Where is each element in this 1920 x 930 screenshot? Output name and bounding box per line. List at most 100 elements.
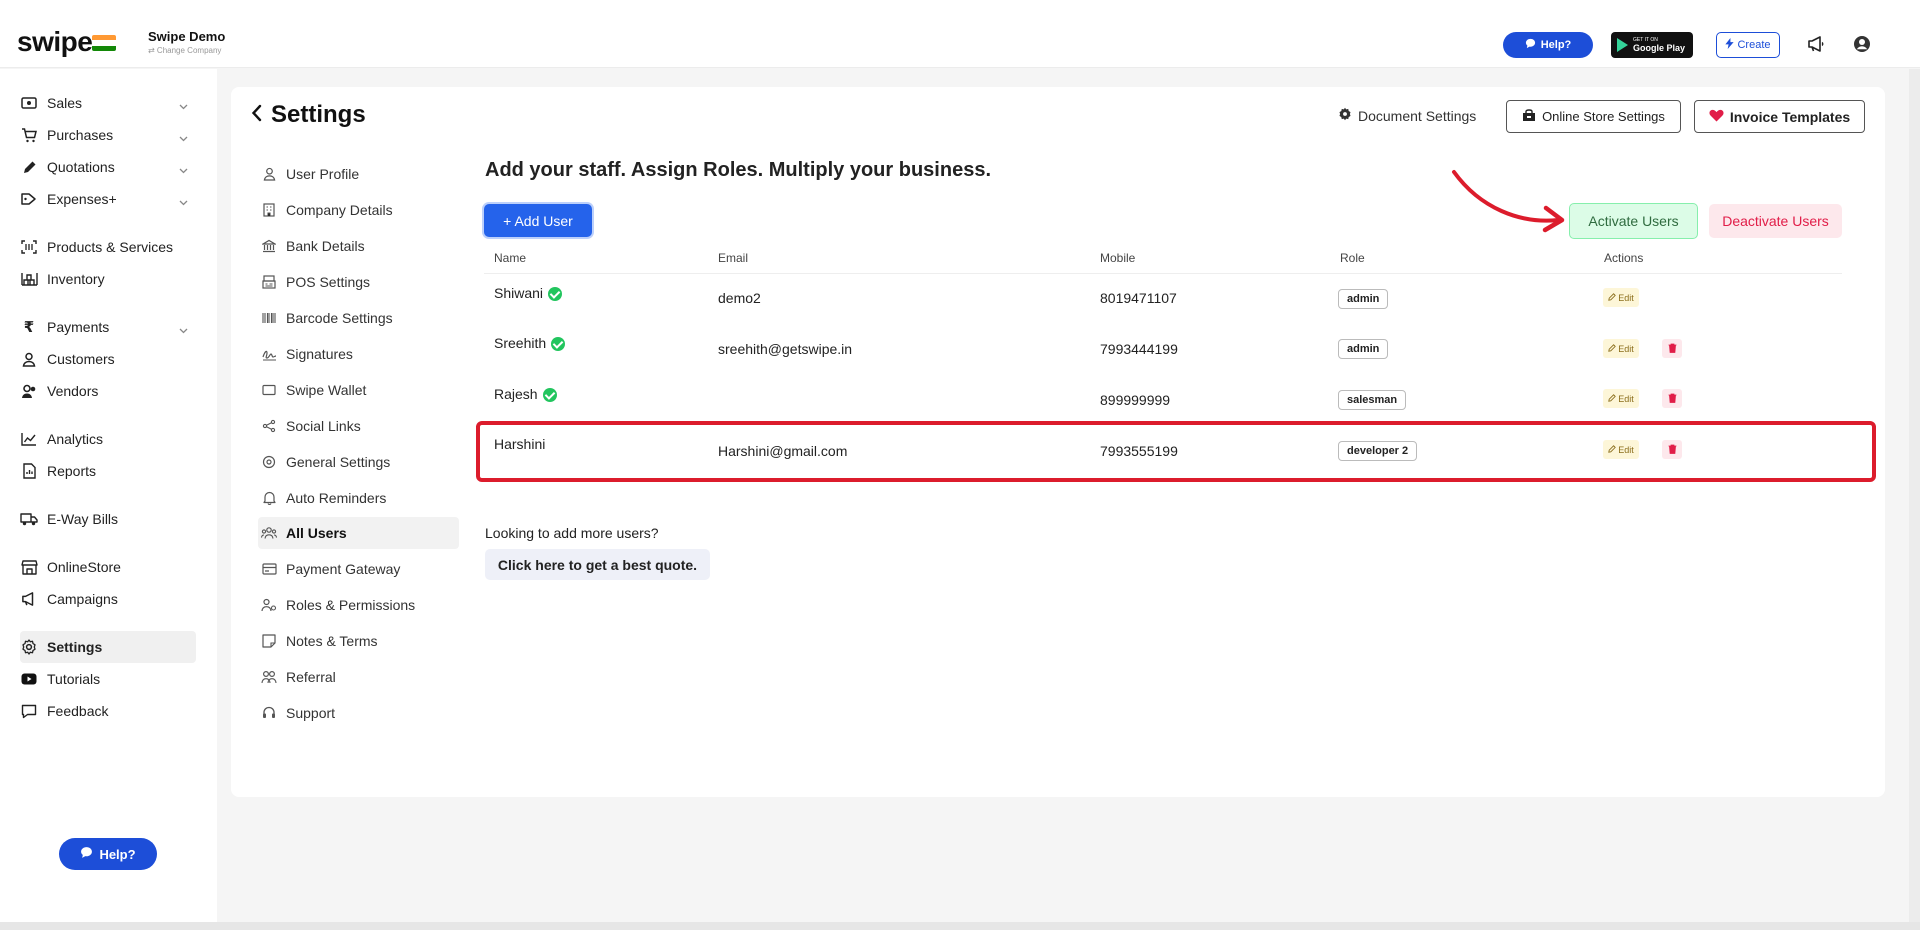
back-chevron-icon[interactable]	[251, 101, 263, 129]
edit-icon	[1608, 343, 1617, 354]
report-icon	[20, 462, 38, 480]
column-header-role[interactable]: Role	[1340, 251, 1365, 265]
settings-nav-label: Signatures	[286, 346, 353, 362]
sidebar-item-eway-bills[interactable]: E-Way Bills	[20, 503, 196, 535]
signature-icon	[261, 346, 277, 362]
edit-label: Edit	[1618, 393, 1634, 404]
column-header-name[interactable]: Name	[494, 251, 526, 265]
activate-users-button[interactable]: Activate Users	[1569, 203, 1698, 239]
sidebar-item-quotations[interactable]: Quotations	[20, 151, 196, 183]
warehouse-icon	[20, 270, 38, 288]
settings-nav-label: Support	[286, 705, 336, 721]
settings-nav-referral[interactable]: Referral	[261, 666, 336, 688]
sidebar-item-products-services[interactable]: Products & Services	[20, 231, 196, 263]
settings-nav-barcode-settings[interactable]: Barcode Settings	[261, 307, 393, 329]
megaphone-icon[interactable]	[1804, 32, 1828, 56]
edit-button[interactable]: Edit	[1603, 389, 1639, 408]
edit-label: Edit	[1618, 292, 1634, 303]
google-play-badge[interactable]: GET IT ON Google Play	[1611, 32, 1693, 58]
sidebar-item-onlinestore[interactable]: OnlineStore	[20, 551, 196, 583]
gear-icon	[20, 638, 38, 656]
settings-nav-company-details[interactable]: Company Details	[261, 199, 393, 221]
edit-button[interactable]: Edit	[1603, 339, 1639, 358]
pen-icon	[20, 158, 38, 176]
pos-machine-icon	[261, 274, 277, 290]
sidebar-item-label: Customers	[47, 351, 115, 367]
megaphone-icon	[20, 590, 38, 608]
chevron-down-icon	[179, 161, 188, 177]
edit-button[interactable]: Edit	[1603, 288, 1639, 307]
top-help-button[interactable]: Help?	[1503, 32, 1593, 58]
column-header-mobile[interactable]: Mobile	[1100, 251, 1135, 265]
online-store-settings-label: Online Store Settings	[1542, 109, 1665, 124]
settings-nav-social-links[interactable]: Social Links	[261, 415, 361, 437]
settings-nav-signatures[interactable]: Signatures	[261, 343, 353, 365]
sidebar-item-campaigns[interactable]: Campaigns	[20, 583, 196, 615]
add-user-button[interactable]: + Add User	[484, 204, 592, 237]
settings-nav-swipe-wallet[interactable]: Swipe Wallet	[261, 379, 366, 401]
settings-nav-all-users[interactable]: All Users	[261, 522, 347, 544]
get-quote-button[interactable]: Click here to get a best quote.	[485, 549, 710, 580]
sidebar-item-payments[interactable]: ₹ Payments	[20, 311, 196, 343]
page-title: Settings	[251, 101, 366, 129]
sidebar-item-label: Quotations	[47, 159, 115, 175]
chevron-down-icon	[179, 193, 188, 209]
note-icon	[261, 633, 277, 649]
settings-nav-user-profile[interactable]: User Profile	[261, 163, 359, 185]
users-headline: Add your staff. Assign Roles. Multiply y…	[485, 159, 991, 181]
sidebar-item-inventory[interactable]: Inventory	[20, 263, 196, 295]
bottom-scrollbar-track[interactable]	[0, 922, 1920, 930]
sidebar-item-tutorials[interactable]: Tutorials	[20, 663, 196, 695]
annotation-arrow-icon	[1452, 170, 1565, 233]
sidebar-item-label: Payments	[47, 319, 110, 335]
settings-nav-bank-details[interactable]: Bank Details	[261, 235, 365, 257]
settings-nav-auto-reminders[interactable]: Auto Reminders	[261, 487, 386, 509]
sidebar-item-sales[interactable]: Sales	[20, 87, 196, 119]
user-avatar-icon[interactable]	[1850, 32, 1874, 56]
sidebar-item-settings[interactable]: Settings	[20, 631, 196, 663]
company-switcher[interactable]: Swipe Demo ⇄ Change Company	[148, 29, 225, 55]
delete-button[interactable]	[1662, 339, 1682, 358]
sidebar-help-label: Help?	[99, 846, 136, 862]
sidebar-item-purchases[interactable]: Purchases	[20, 119, 196, 151]
bank-icon	[261, 238, 277, 254]
edit-label: Edit	[1618, 343, 1634, 354]
deactivate-users-button[interactable]: Deactivate Users	[1709, 204, 1842, 238]
settings-nav-roles-permissions[interactable]: Roles & Permissions	[261, 594, 415, 616]
settings-nav-payment-gateway[interactable]: Payment Gateway	[261, 558, 400, 580]
settings-nav-notes-terms[interactable]: Notes & Terms	[261, 630, 378, 652]
sidebar-item-label: OnlineStore	[47, 559, 121, 575]
scrollbar-track[interactable]	[1909, 69, 1920, 930]
cart-icon	[20, 126, 38, 144]
gear-icon	[1338, 107, 1352, 124]
create-label: Create	[1737, 39, 1771, 51]
delete-button[interactable]	[1662, 389, 1682, 408]
invoice-templates-button[interactable]: Invoice Templates	[1694, 100, 1865, 133]
online-store-settings-button[interactable]: Online Store Settings	[1506, 100, 1681, 133]
change-company-link[interactable]: ⇄ Change Company	[148, 46, 225, 55]
sidebar-item-reports[interactable]: Reports	[20, 455, 196, 487]
active-check-icon	[542, 388, 557, 403]
sidebar-help-button[interactable]: Help?	[59, 838, 157, 870]
document-settings-label: Document Settings	[1358, 107, 1477, 124]
youtube-icon	[20, 670, 38, 688]
swipe-logo[interactable]: swipe	[17, 27, 93, 57]
sidebar-item-vendors[interactable]: Vendors	[20, 375, 196, 407]
wallet-icon	[261, 382, 277, 398]
column-header-email[interactable]: Email	[718, 251, 748, 265]
sidebar-item-analytics[interactable]: Analytics	[20, 423, 196, 455]
user-mobile-cell: 899999999	[1100, 392, 1171, 408]
sidebar-item-customers[interactable]: Customers	[20, 343, 196, 375]
sidebar-item-feedback[interactable]: Feedback	[20, 695, 196, 727]
document-settings-link[interactable]: Document Settings	[1338, 107, 1476, 124]
chat-bubble-icon	[80, 846, 93, 862]
sidebar-item-label: Inventory	[47, 271, 105, 287]
sidebar-item-expenses[interactable]: Expenses+	[20, 183, 196, 215]
settings-nav-general-settings[interactable]: General Settings	[261, 451, 390, 473]
create-button[interactable]: Create	[1716, 32, 1780, 58]
settings-nav-pos-settings[interactable]: POS Settings	[261, 271, 370, 293]
settings-nav-support[interactable]: Support	[261, 702, 335, 724]
edit-icon	[1608, 292, 1617, 303]
more-users-text: Looking to add more users?	[485, 525, 659, 541]
active-check-icon	[551, 337, 566, 352]
